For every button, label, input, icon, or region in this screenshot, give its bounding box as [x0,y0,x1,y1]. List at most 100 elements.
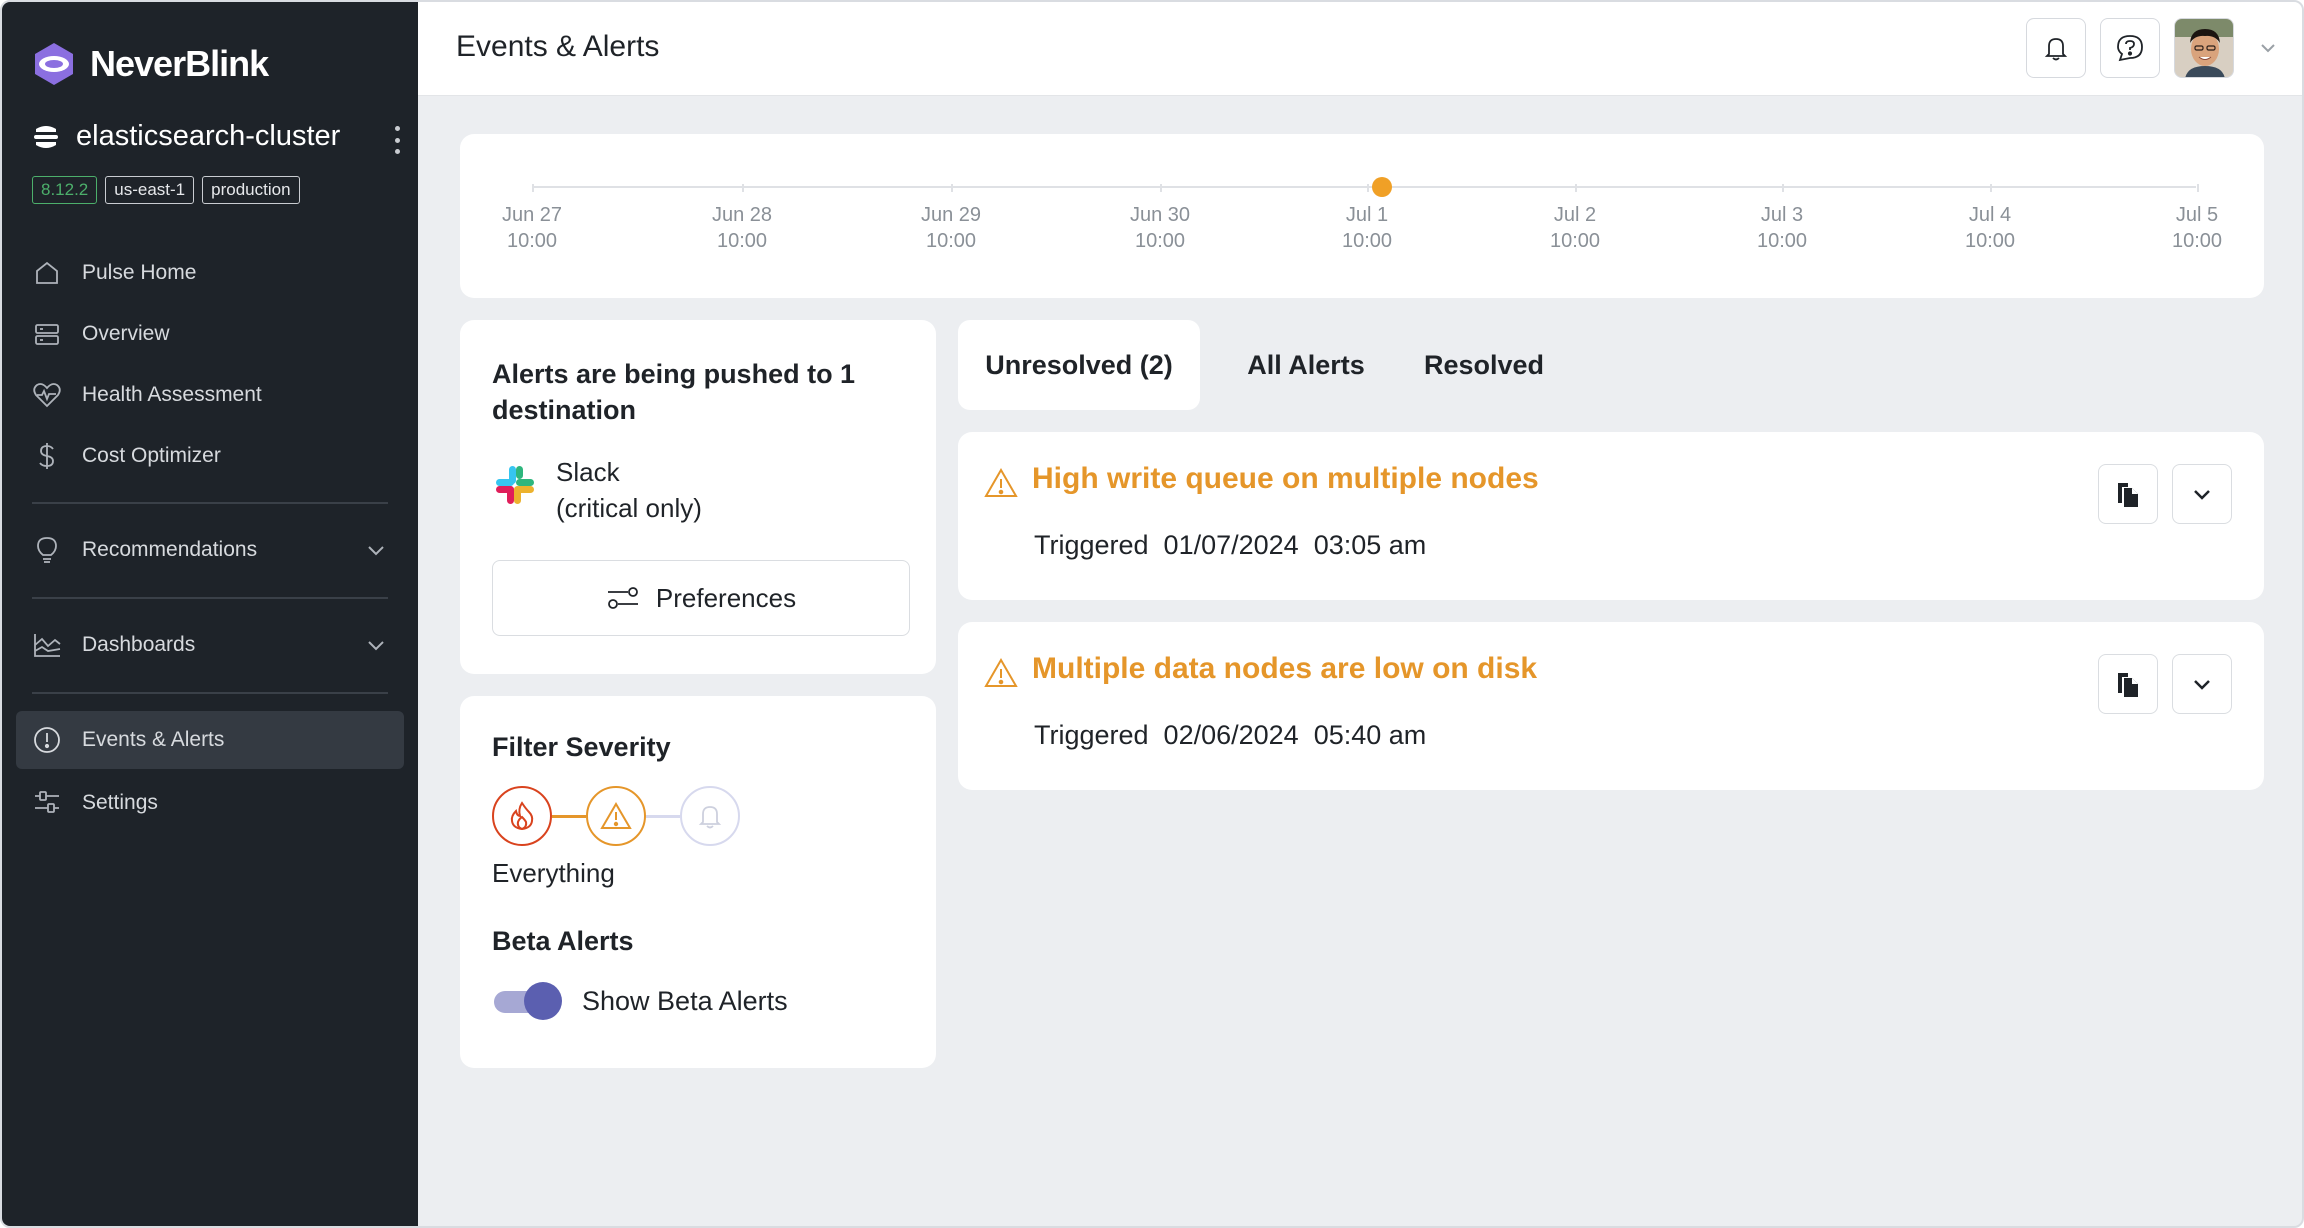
sidebar-item-label: Cost Optimizer [82,444,221,467]
account-chevron-down-icon[interactable] [2258,38,2278,58]
slack-logo-icon [496,466,534,504]
preferences-sliders-icon [607,587,638,609]
tab-all-alerts[interactable]: All Alerts [1224,320,1388,410]
region-badge: us-east-1 [105,176,195,204]
filter-severity-card: Filter Severity Everything Beta Alerts S… [460,696,936,1068]
timeline-label: Jul 2 10:00 [1549,204,1601,252]
timeline-label: Jul 1 10:00 [1341,204,1393,252]
alert-title[interactable]: Multiple data nodes are low on disk [1032,652,1537,686]
sidebar-item-label: Recommendations [82,538,258,561]
warning-icon [984,657,1018,687]
severity-connector [646,815,680,818]
severity-critical-toggle[interactable] [492,786,552,846]
severity-info-toggle[interactable] [680,786,740,846]
chevron-down-icon [2194,680,2210,690]
brand-logo[interactable]: NeverBlink [30,40,269,88]
timeline-tick [1367,184,1369,192]
expand-alert-button[interactable] [2172,654,2232,714]
sidebar-item-label: Pulse Home [82,261,197,284]
severity-connector [552,815,586,818]
app-window: NeverBlink elasticsearch-cluster 8.12.2 … [0,0,2304,1228]
timeline-event-marker[interactable] [1372,177,1392,197]
timeline-tick [951,184,953,192]
timeline-tick [2197,184,2199,192]
timeline-label: Jul 4 10:00 [1964,204,2016,252]
user-avatar[interactable] [2174,18,2234,78]
alert-item[interactable]: High write queue on multiple nodes Trigg… [958,432,2264,600]
events-timeline[interactable]: Jun 27 10:00 Jun 28 10:00 Jun 29 10:00 Jun … [460,134,2264,298]
sidebar-item-label: Events & Alerts [82,728,225,751]
copy-icon [2118,483,2138,507]
cluster-name: elasticsearch-cluster [76,120,341,152]
sidebar-divider [32,502,388,504]
alert-title[interactable]: High write queue on multiple nodes [1032,462,1539,496]
alert-item[interactable]: Multiple data nodes are low on disk Trig… [958,622,2264,790]
cluster-selector[interactable]: elasticsearch-cluster [32,120,402,154]
severity-caption: Everything [492,858,615,888]
user-photo [2175,19,2233,77]
page-title: Events & Alerts [456,30,660,63]
beta-alerts-toggle[interactable] [492,982,564,1020]
flame-icon [510,801,534,831]
sidebar-item-recommendations[interactable]: Recommendations [16,521,404,579]
sidebar-item-label: Health Assessment [82,383,262,406]
version-badge: 8.12.2 [32,176,98,204]
top-header: Events & Alerts [418,2,2302,96]
sidebar-item-label: Overview [82,322,170,345]
server-icon [32,319,62,349]
heart-pulse-icon [32,380,62,410]
sidebar-item-overview[interactable]: Overview [16,305,404,363]
preferences-button[interactable]: Preferences [492,560,910,636]
toggle-knob [524,982,562,1020]
sidebar-item-label: Dashboards [82,633,196,656]
beta-alerts-title: Beta Alerts [492,926,634,956]
sidebar-divider [32,597,388,599]
alert-circle-icon [32,725,62,755]
timeline-label: Jun 27 10:00 [501,204,563,252]
tab-unresolved[interactable]: Unresolved (2) [958,320,1200,410]
bell-icon [698,806,722,829]
sidebar-item-settings[interactable]: Settings [16,774,404,832]
destination-name: Slack [556,457,620,487]
neverblink-logo-icon [35,43,73,85]
timeline-tick [1575,184,1577,192]
timeline-tick [742,184,744,192]
help-button[interactable] [2100,18,2160,78]
sidebar: NeverBlink elasticsearch-cluster 8.12.2 … [2,2,418,1226]
help-chat-icon [2117,35,2143,62]
expand-alert-button[interactable] [2172,464,2232,524]
cluster-menu-icon[interactable] [392,126,402,154]
sidebar-item-health-assessment[interactable]: Health Assessment [16,366,404,424]
notifications-button[interactable] [2026,18,2086,78]
warning-icon [600,802,632,829]
chevron-down-icon [2194,490,2210,500]
sidebar-item-label: Settings [82,791,158,814]
environment-badge: production [202,176,300,204]
timeline-label: Jun 29 10:00 [920,204,982,252]
beta-alerts-label: Show Beta Alerts [582,986,788,1016]
timeline-tick [532,184,534,192]
sidebar-item-cost-optimizer[interactable]: Cost Optimizer [16,427,404,485]
bell-icon [2044,38,2068,61]
timeline-tick [1990,184,1992,192]
cluster-tags: 8.12.2 us-east-1 production [32,176,300,204]
copy-alert-button[interactable] [2098,464,2158,524]
lightbulb-icon [32,535,62,565]
sidebar-item-events-alerts[interactable]: Events & Alerts [16,711,404,769]
timeline-axis [532,186,2196,188]
elasticsearch-icon [34,125,58,148]
timeline-label: Jul 3 10:00 [1756,204,1808,252]
timeline-label: Jun 28 10:00 [711,204,773,252]
severity-warning-toggle[interactable] [586,786,646,846]
destinations-title: Alerts are being pushed to 1 destination [492,359,856,425]
destination-info: Slack (critical only) [556,454,702,526]
copy-alert-button[interactable] [2098,654,2158,714]
home-icon [32,258,62,288]
timeline-tick [1160,184,1162,192]
tab-resolved[interactable]: Resolved [1404,320,1564,410]
timeline-label: Jul 5 10:00 [2171,204,2223,252]
chevron-down-icon [368,641,384,651]
sidebar-item-dashboards[interactable]: Dashboards [16,616,404,674]
sidebar-item-pulse-home[interactable]: Pulse Home [16,244,404,302]
chart-line-icon [32,630,62,660]
